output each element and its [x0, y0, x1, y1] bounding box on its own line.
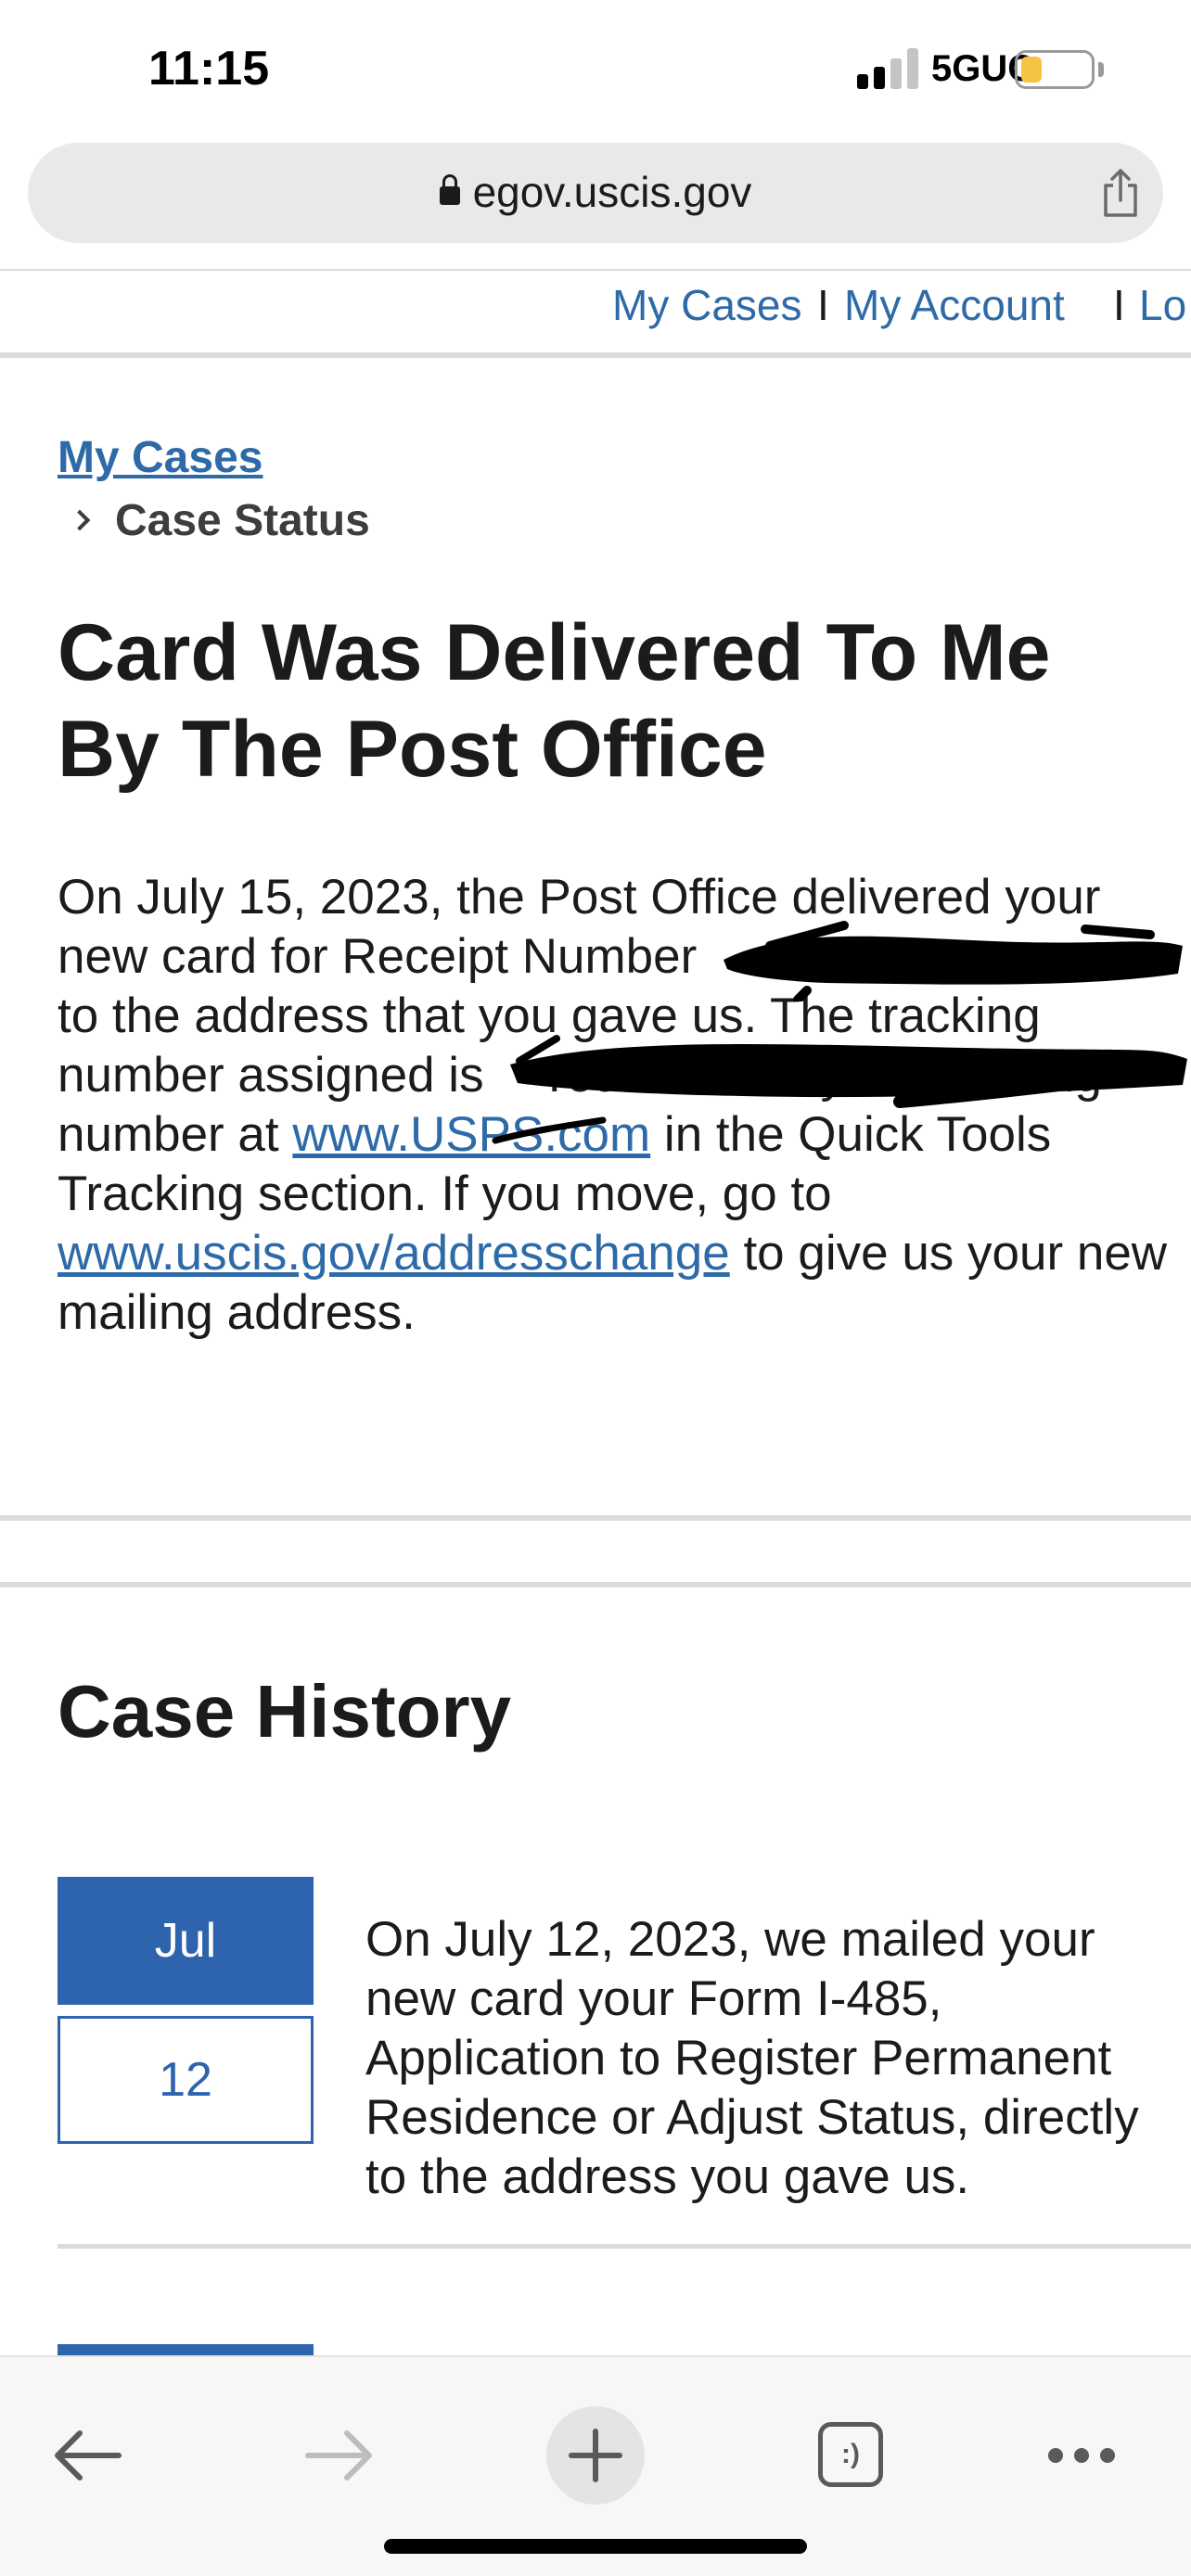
chevron-right-icon — [69, 509, 91, 531]
tabs-label: :) — [818, 2422, 883, 2487]
address-change-link[interactable]: www.uscis.gov/addresschange — [58, 1226, 730, 1281]
history-text-line: Residence or Adjust Status, directly — [365, 2090, 1139, 2145]
history-text-line: Application to Register Permanent — [365, 2031, 1112, 2085]
url-display[interactable]: egov.uscis.gov — [28, 167, 1163, 217]
home-indicator — [384, 2539, 807, 2554]
status-time: 11:15 — [148, 42, 270, 96]
nav-my-account[interactable]: My Account — [844, 280, 1065, 330]
redaction-receipt-number — [724, 921, 1183, 1001]
history-date-day: 12 — [58, 2016, 314, 2144]
history-entry-text: On July 12, 2023, we mailed your new car… — [365, 1910, 1191, 2207]
breadcrumb-my-cases[interactable]: My Cases — [58, 432, 263, 483]
case-history-title: Case History — [58, 1670, 512, 1753]
more-icon[interactable] — [1031, 2405, 1132, 2506]
redaction-strike — [492, 1116, 607, 1144]
section-divider — [0, 1582, 1191, 1588]
signal-icon — [857, 48, 918, 89]
redaction-tracking-number — [510, 1035, 1187, 1108]
battery-level — [1021, 57, 1042, 83]
battery-tip — [1098, 62, 1104, 77]
share-icon[interactable] — [1095, 167, 1146, 219]
url-text: egov.uscis.gov — [472, 168, 752, 216]
history-date-month: Jul — [58, 1877, 314, 2005]
history-text-line: new card your Form I-485, — [365, 1971, 942, 2026]
history-divider — [58, 2244, 1191, 2249]
nav-divider-bottom — [0, 352, 1191, 358]
forward-arrow-icon[interactable] — [289, 2405, 390, 2506]
tabs-icon[interactable]: :) — [800, 2405, 900, 2506]
battery-icon — [1015, 50, 1095, 89]
breadcrumb-current: Case Status — [69, 495, 370, 546]
breadcrumb-current-label: Case Status — [115, 496, 370, 545]
plus-icon[interactable] — [545, 2405, 646, 2506]
nav-separator: I — [1113, 281, 1125, 329]
history-text-line: On July 12, 2023, we mailed your — [365, 1912, 1095, 1967]
address-bar[interactable]: egov.uscis.gov — [28, 143, 1163, 243]
nav-my-cases[interactable]: My Cases — [612, 280, 801, 330]
back-arrow-icon[interactable] — [37, 2405, 137, 2506]
lock-icon — [439, 174, 460, 205]
top-nav: My Cases I My Account I Lo — [0, 280, 1191, 336]
nav-separator: I — [817, 281, 829, 329]
nav-divider-top — [0, 269, 1191, 271]
case-status-title: Card Was Delivered To Me By The Post Off… — [58, 608, 1051, 794]
history-text-line: to the address you gave us. — [365, 2149, 970, 2204]
nav-logout[interactable]: Lo — [1139, 280, 1186, 330]
section-divider — [0, 1515, 1191, 1521]
status-bar: 11:15 5GUC — [0, 0, 1191, 139]
